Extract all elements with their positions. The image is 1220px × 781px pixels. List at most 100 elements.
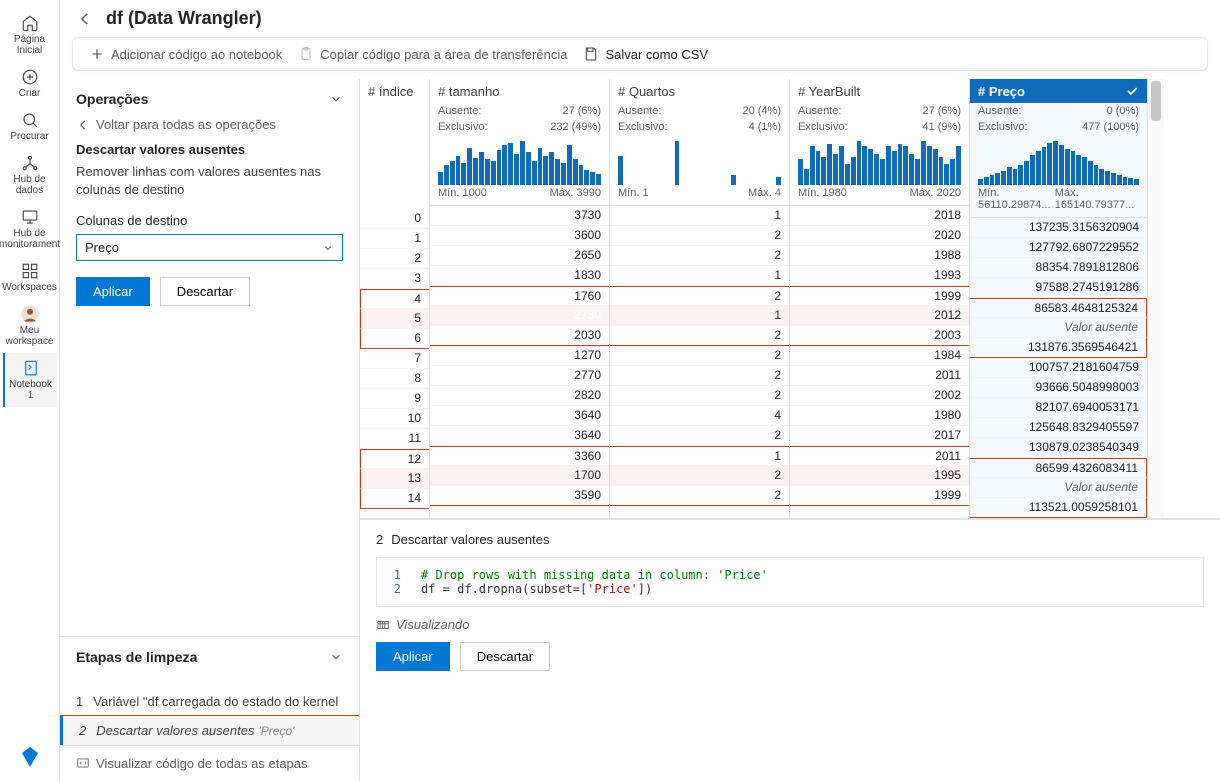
cell[interactable]: 1988 [790,246,969,266]
cell[interactable]: 4 [360,289,429,309]
nav-browse[interactable]: Procurar [3,105,57,148]
cell[interactable]: 3730 [430,206,609,226]
cell[interactable]: 10 [360,409,429,429]
cell[interactable]: 93666.5048998003 [970,378,1147,398]
cell[interactable]: 137235.3156320904 [970,218,1147,238]
cell[interactable]: 13 [360,469,429,489]
cell[interactable]: 2003 [790,326,969,346]
cell[interactable]: 2 [610,426,789,446]
cell[interactable]: Valor ausente [970,478,1147,498]
cell[interactable]: 1993 [790,266,969,286]
cell[interactable]: 100757.2181604759 [970,358,1147,378]
cell[interactable]: 2018 [790,206,969,226]
column-header[interactable]: # tamanho [430,79,609,103]
nav-notebook[interactable]: Notebook 1 [3,353,57,407]
cell[interactable]: 3360 [430,446,609,466]
column-header[interactable]: # YearBuilt [790,79,969,103]
cell[interactable]: 131876.3569546421 [970,338,1147,358]
cell[interactable]: 88354.7891812806 [970,258,1147,278]
cell[interactable]: 11 [360,429,429,449]
apply-button[interactable]: Aplicar [76,277,150,306]
nav-data-hub[interactable]: Hub de dados [3,148,57,202]
cell[interactable]: 130879.0238540349 [970,438,1147,458]
column-header[interactable]: # Quartos [610,79,789,103]
cell[interactable]: 3600 [430,226,609,246]
cell[interactable]: 5 [360,309,429,329]
cell[interactable]: 2770 [430,366,609,386]
cell[interactable]: 0 [360,209,429,229]
cell[interactable]: 86599.4326083411 [970,458,1147,478]
cell[interactable]: 2 [610,386,789,406]
target-columns-select[interactable]: Preço [76,234,343,261]
cell[interactable]: 3590 [430,486,609,506]
cell[interactable]: 1270 [430,346,609,366]
cell[interactable]: 2 [610,366,789,386]
cell[interactable]: 2030 [430,326,609,346]
cell[interactable]: 2 [610,486,789,506]
cell[interactable]: 2730 [430,306,609,326]
nav-monitor-hub[interactable]: Hub de monitorament [3,202,57,256]
cell[interactable]: 2012 [790,306,969,326]
cell[interactable]: 2820 [430,386,609,406]
cell[interactable]: 2011 [790,446,969,466]
cell[interactable]: 1999 [790,486,969,506]
cell[interactable]: 2 [610,326,789,346]
cell[interactable]: 1 [610,206,789,226]
cell[interactable]: 1995 [790,466,969,486]
cell[interactable]: 1 [610,306,789,326]
cell[interactable]: 1999 [790,286,969,306]
cell[interactable]: 86583.4648125324 [970,298,1147,318]
cell[interactable]: Valor ausente [970,318,1147,338]
code-block[interactable]: 1# Drop rows with missing data in column… [376,557,1204,607]
cell[interactable]: 2 [610,226,789,246]
column-header-selected[interactable]: # Preço [970,79,1147,103]
step-1[interactable]: 1 Variável "df carregada do estado do ke… [60,687,359,716]
discard-button[interactable]: Descartar [160,277,250,306]
view-all-code-button[interactable]: Visualizar código de todas as etapas [60,745,359,781]
cell[interactable]: 82107.6940053171 [970,398,1147,418]
nav-home[interactable]: Página Inicial [3,8,57,62]
scrollbar[interactable] [1148,79,1164,518]
cell[interactable]: 113521.0059258101 [970,498,1147,518]
cell[interactable]: 2 [610,246,789,266]
cell[interactable]: 127792.6807229552 [970,238,1147,258]
data-grid[interactable]: # índice 01234567891011121314 # tamanho … [360,79,1220,519]
cell[interactable]: 1830 [430,266,609,286]
step-2[interactable]: 2 Descartar valores ausentes'Preço' [60,716,359,745]
cell[interactable]: 4 [610,406,789,426]
cell[interactable]: 3 [360,269,429,289]
nav-create[interactable]: Criar [3,62,57,105]
cell[interactable]: 1760 [430,286,609,306]
cell[interactable]: 1 [360,229,429,249]
code-discard-button[interactable]: Descartar [460,642,550,671]
cell[interactable]: 12 [360,449,429,469]
cell[interactable]: 1 [610,446,789,466]
cell[interactable]: 14 [360,489,429,509]
cell[interactable]: 2017 [790,426,969,446]
back-arrow-icon[interactable] [76,10,94,28]
cell[interactable]: 2 [610,466,789,486]
cell[interactable]: 3640 [430,426,609,446]
cell[interactable]: 2011 [790,366,969,386]
cell[interactable]: 1984 [790,346,969,366]
cell[interactable]: 2 [610,346,789,366]
steps-title[interactable]: Etapas de limpeza [76,649,343,665]
cell[interactable]: 1700 [430,466,609,486]
cell[interactable]: 125648.8329405597 [970,418,1147,438]
add-code-button[interactable]: Adicionar código ao notebook [89,46,282,62]
cell[interactable]: 2020 [790,226,969,246]
column-header-index[interactable]: # índice [360,79,429,103]
back-to-operations[interactable]: Voltar para todas as operações [76,117,343,132]
cell[interactable]: 2 [610,286,789,306]
cell[interactable]: 2002 [790,386,969,406]
cell[interactable]: 1980 [790,406,969,426]
operations-title[interactable]: Operações [76,91,343,107]
code-apply-button[interactable]: Aplicar [376,642,450,671]
cell[interactable]: 1 [610,266,789,286]
cell[interactable]: 2650 [430,246,609,266]
cell[interactable]: 97588.2745191286 [970,278,1147,298]
cell[interactable]: 6 [360,329,429,349]
cell[interactable]: 7 [360,349,429,369]
cell[interactable]: 2 [360,249,429,269]
save-csv-button[interactable]: Salvar como CSV [583,46,708,62]
